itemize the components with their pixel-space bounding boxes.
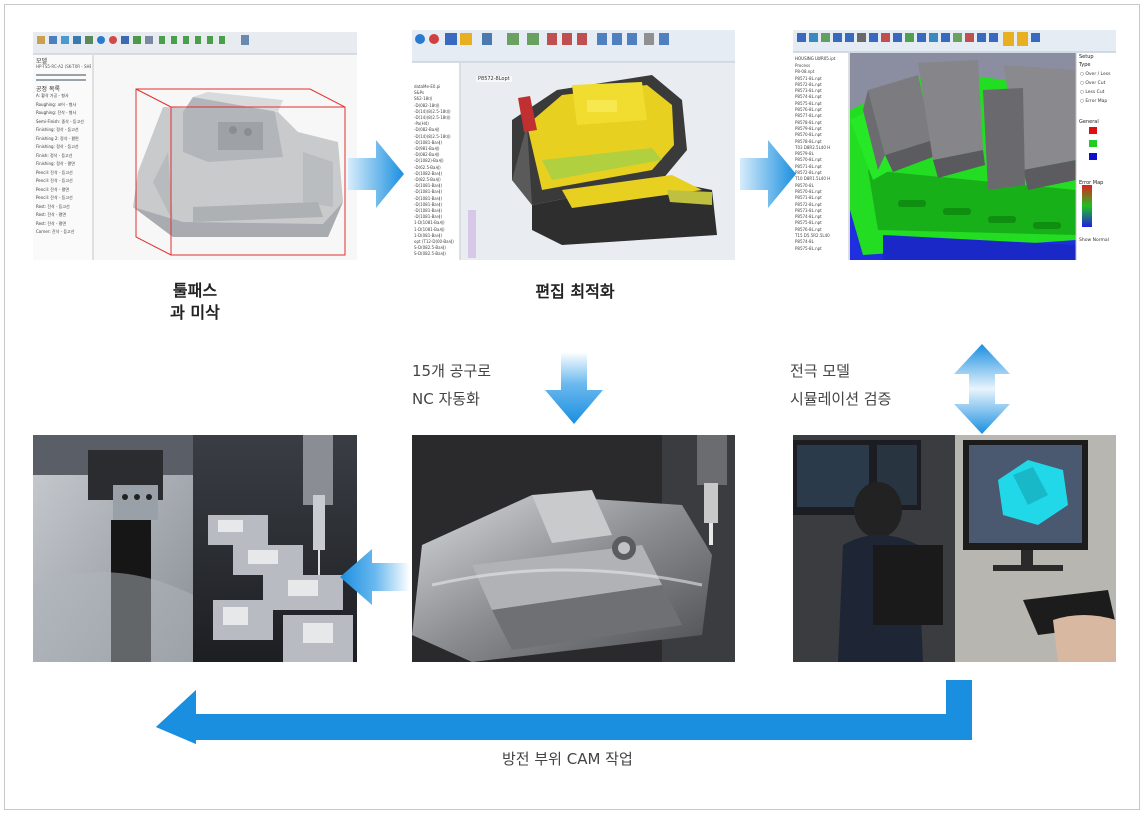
panel1-left-path: HP-TS5-RC-A2 (SK-TXR - SHELL5 (Rev.S).ht xyxy=(36,64,91,69)
panel1-op-item: Finishing: 정삭 - 등고선 xyxy=(36,127,79,132)
nc-label-line1: 15개 공구로 xyxy=(412,362,492,380)
arrow-right-2-icon xyxy=(740,140,796,208)
panel3-show-normal: Show Normal xyxy=(1079,238,1109,243)
panel1-op-item: Pencil: 잔삭 - 등고선 xyxy=(36,178,73,183)
panel3-general-title: General xyxy=(1079,119,1099,125)
panel3-type-option: ○ Error Map xyxy=(1080,99,1108,104)
arrow-left-icon xyxy=(340,549,410,605)
arrow-updown-icon xyxy=(954,344,1010,434)
panel3-tree: Process P8-08.npt P8571-8L.npt P8572-8L.npt… xyxy=(795,63,847,255)
toolpath-label-line1: 툴패스 xyxy=(172,281,218,300)
arrow-down-icon xyxy=(545,352,603,424)
panel1-op-item: Finishing: 정삭 - 평면 xyxy=(36,161,75,166)
panel1-op-item: Corner: 잔삭 - 등고선 xyxy=(36,229,75,234)
nc-label: 15개 공구로 NC 자동화 xyxy=(412,357,491,413)
edm-machining-photo xyxy=(33,435,357,662)
panel2-tree: dataMe-E0.pi S&Ps S62-18대 -D(082-18대) -D(14)… xyxy=(414,84,460,258)
panel3-tree-item: P8575-8L.npt xyxy=(795,245,822,251)
toolpath-label: 툴패스 과 미삭 xyxy=(150,280,240,324)
panel1-op-item: Pencil: 잔삭 - 등고선 xyxy=(36,169,73,175)
panel1-op-item: Pencil: 잔삭 - 등고선 xyxy=(36,195,73,200)
sim-label-line2: 시뮬레이션 검증 xyxy=(790,390,892,408)
panel1-op-item: Roughing: 코어 - 형사 xyxy=(36,101,77,107)
toolpath-software-screenshot: 모델 HP-TS5-RC-A2 (SK-TXR - SHELL5 (Rev.S)… xyxy=(33,32,357,260)
panel3-type-option: ○ Over Cut xyxy=(1080,81,1106,86)
edit-optimize-screenshot: P8572-8Lopt dataMe-E0.pi S&Ps S62-18대 -D(08… xyxy=(412,30,735,260)
panel1-op-item: Rest: 잔삭 - 등고선 xyxy=(36,203,70,209)
panel1-op-item: Roughing: 잔삭 - 형사 xyxy=(36,110,77,115)
panel3-general-colors xyxy=(1089,127,1097,166)
panel3-general-color-swatch xyxy=(1089,140,1097,147)
panel1-op-item: Rest: 잔삭 - 평면 xyxy=(36,212,67,217)
arrow-return-icon xyxy=(156,680,972,744)
panel1-op-item: Finishing 2: 정삭 - 평면 xyxy=(36,135,79,141)
panel3-general-color-swatch xyxy=(1089,153,1097,160)
panel1-op-item: Rest: 잔삭 - 평면 xyxy=(36,220,67,226)
panel3-type-options: ○ Over / Less ○ Over Cut ○ Less Cut ○ Error… xyxy=(1080,70,1110,106)
panel1-ops-list: A: 황삭 가공 - 형사 Roughing: 코어 - 형사 Roughing: … xyxy=(36,92,92,237)
panel1-op-item: A: 황삭 가공 - 형사 xyxy=(36,93,69,98)
panel1-op-item: Semi-Finish: 중삭 - 등고선 xyxy=(36,118,84,124)
sim-label-line1: 전극 모델 xyxy=(790,362,850,380)
panel2-tab-title: P8572-8Lopt xyxy=(476,76,512,82)
panel3-tree-header: HOUSING LWR05.ipt xyxy=(795,56,836,61)
machined-electrode-photo xyxy=(412,435,735,662)
edit-optimize-label: 편집 최적화 xyxy=(535,282,615,301)
cam-work-label: 방전 부위 CAM 작업 xyxy=(502,750,633,768)
panel3-general-color-swatch xyxy=(1089,127,1097,134)
simulation-model xyxy=(850,60,1076,260)
panel3-type-title: Type xyxy=(1079,62,1091,68)
panel1-op-item: Finishing: 정삭 - 등고선 xyxy=(36,144,79,149)
panel1-op-item: Finish: 정삭 - 등고선 xyxy=(36,152,73,158)
panel3-error-map-title: Error Map xyxy=(1079,180,1104,186)
panel3-type-option: ○ Less Cut xyxy=(1080,90,1105,95)
simulation-verify-screenshot: HOUSING LWR05.ipt Process P8-08.npt P8571-… xyxy=(793,30,1116,260)
nc-label-line2: NC 자동화 xyxy=(412,390,480,408)
toolpath-label-line2: 과 미삭 xyxy=(170,303,220,322)
sim-label: 전극 모델 시뮬레이션 검증 xyxy=(790,357,891,413)
operator-simulation-photo xyxy=(793,435,1116,662)
arrow-right-1-icon xyxy=(348,140,404,208)
panel3-setup-title: Setup xyxy=(1079,54,1094,60)
panel1-op-item: Pencil: 잔삭 - 평면 xyxy=(36,186,70,192)
panel3-type-option: ○ Over / Less xyxy=(1080,72,1111,77)
